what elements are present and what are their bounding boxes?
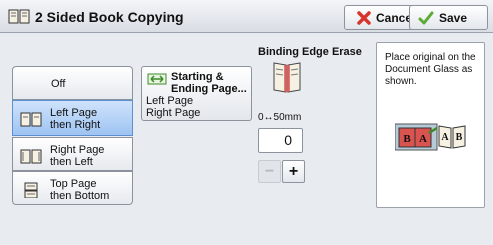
option-label: Off (51, 78, 66, 90)
book-icon (8, 9, 30, 24)
binding-erase-book-icon (273, 62, 301, 93)
document-placement-icon: B A A B (395, 123, 466, 151)
instruction-text: Place original on the Document Glass as … (385, 52, 476, 87)
close-icon (357, 11, 371, 25)
save-button[interactable]: Save (409, 5, 488, 30)
increase-button[interactable]: + (282, 160, 305, 183)
option-right-page-then-left[interactable]: Right Page then Left (12, 137, 133, 171)
option-label-line2: then Right (50, 119, 101, 131)
svg-text:A: A (419, 133, 427, 145)
option-label-line1: Left Page (50, 107, 98, 119)
save-label: Save (439, 11, 468, 25)
option-left-page-then-right[interactable]: Left Page then Right (12, 100, 133, 136)
erase-range-label: 0↔50mm (258, 112, 302, 123)
open-book-icon (20, 112, 42, 127)
instruction-panel: Place original on the Document Glass as … (376, 42, 485, 208)
decrease-button[interactable]: − (258, 160, 281, 183)
svg-text:A: A (441, 132, 449, 143)
page-range-icon (147, 73, 167, 85)
starting-ending-page-button[interactable]: Starting & Ending Page... Left Page Righ… (141, 66, 252, 121)
checkmark-icon (418, 11, 434, 25)
option-off[interactable]: Off (12, 66, 133, 100)
svg-text:B: B (456, 132, 463, 143)
page-title: 2 Sided Book Copying (35, 9, 184, 25)
option-label-line1: Right Page (50, 144, 105, 156)
svg-text:B: B (403, 133, 411, 145)
title-bar: 2 Sided Book Copying Cancel Save (0, 0, 493, 33)
option-label-line1: Top Page (50, 178, 97, 190)
binding-edge-erase-label: Binding Edge Erase (258, 46, 362, 58)
open-book-icon (20, 149, 42, 164)
ending-page-value: Right Page (146, 107, 201, 119)
starting-page-value: Left Page (146, 95, 194, 107)
starting-ending-title-line2: Ending Page... (171, 83, 247, 95)
option-top-page-then-bottom[interactable]: Top Page then Bottom (12, 171, 133, 205)
erase-amount-field[interactable]: 0 (258, 128, 303, 153)
option-label-line2: then Bottom (50, 190, 110, 202)
option-label-line2: then Left (50, 156, 93, 168)
calendar-book-icon (24, 182, 38, 198)
starting-ending-title-line1: Starting & (171, 71, 224, 83)
